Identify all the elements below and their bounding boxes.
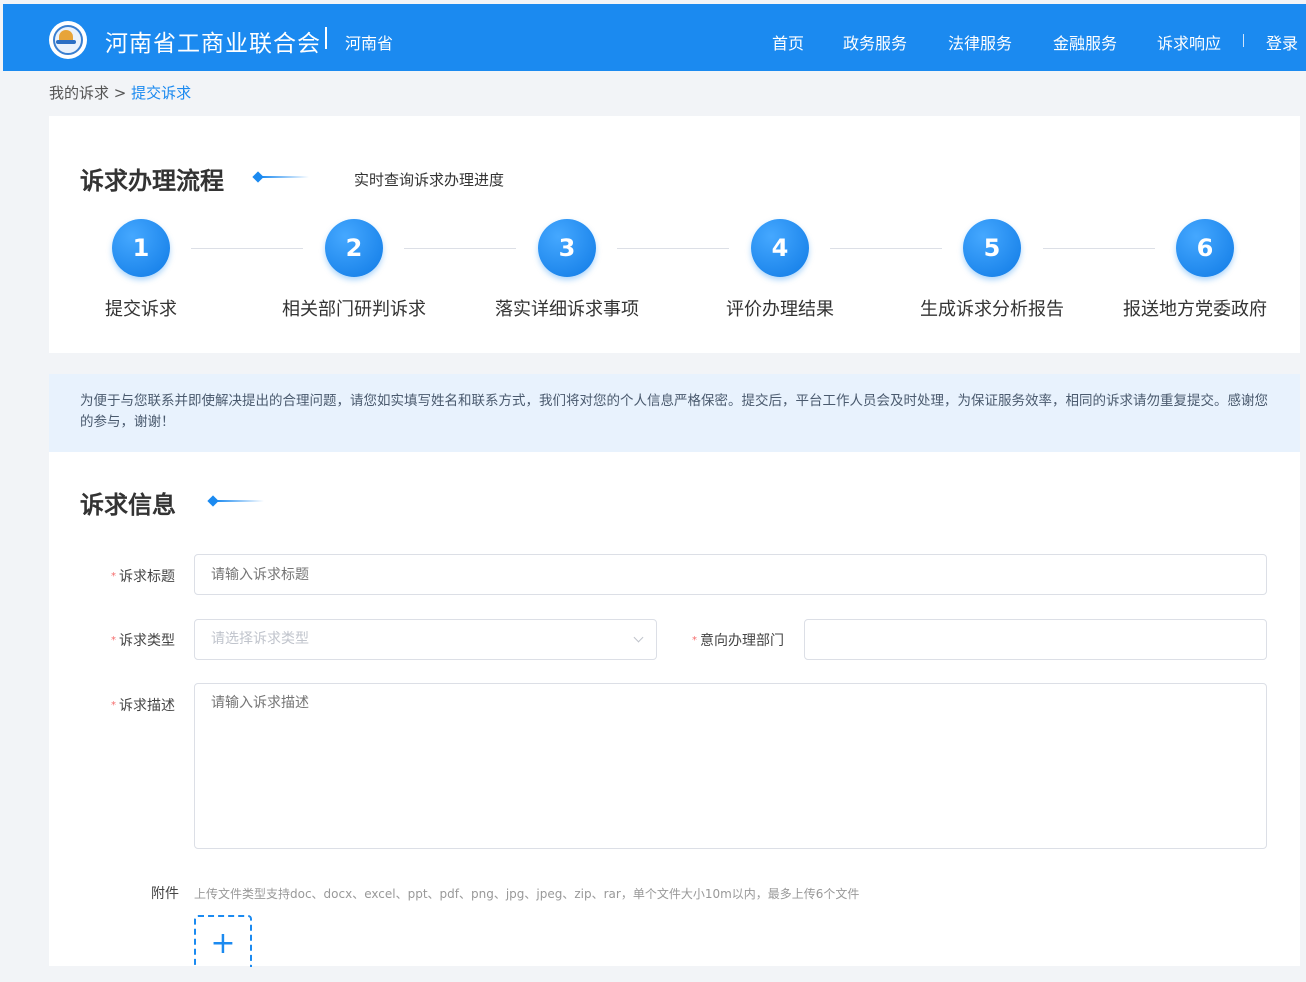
form-title: 诉求信息 [80, 490, 176, 519]
login-link[interactable]: 登录 [1266, 30, 1298, 54]
breadcrumb: 我的诉求 > 提交诉求 [49, 82, 191, 103]
step-6-label: 报送地方党委政府 [1123, 299, 1267, 320]
step-3-circle: 3 [538, 219, 596, 277]
title-divider [325, 27, 327, 49]
breadcrumb-current: 提交诉求 [131, 84, 192, 102]
step-4-label: 评价办理结果 [726, 299, 834, 320]
appeal-desc-textarea[interactable] [194, 683, 1267, 849]
nav-appeal-response[interactable]: 诉求响应 [1157, 30, 1221, 54]
appeal-type-label-text: 诉求类型 [119, 633, 175, 649]
privacy-notice-text: 为便于与您联系并即使解决提出的合理问题，请您如实填写姓名和联系方式，我们将对您的… [80, 393, 1268, 430]
step-1-circle: 1 [112, 219, 170, 277]
site-title[interactable]: 河南省工商业联合会 [105, 24, 321, 58]
attachment-label: 附件 [151, 886, 179, 902]
step-connector [830, 248, 942, 249]
step-1-label: 提交诉求 [105, 299, 177, 320]
emblem-sun [59, 30, 73, 40]
step-2-label: 相关部门研判诉求 [282, 299, 426, 320]
intended-dept-label: * 意向办理部门 [692, 630, 784, 650]
step-connector [1043, 248, 1155, 249]
intended-dept-label-text: 意向办理部门 [700, 633, 784, 649]
appeal-type-select[interactable]: 请选择诉求类型 [194, 619, 657, 660]
appeal-title-input[interactable] [194, 554, 1267, 595]
process-title: 诉求办理流程 [80, 166, 224, 195]
appeal-desc-label: * 诉求描述 [111, 695, 175, 715]
appeal-type-placeholder: 请选择诉求类型 [211, 631, 309, 647]
step-connector [404, 248, 516, 249]
appeal-title-label: * 诉求标题 [111, 566, 175, 586]
appeal-desc-label-text: 诉求描述 [119, 698, 175, 714]
step-6-circle: 6 [1176, 219, 1234, 277]
step-connector [617, 248, 729, 249]
privacy-notice: 为便于与您联系并即使解决提出的合理问题，请您如实填写姓名和联系方式，我们将对您的… [49, 374, 1300, 452]
upload-plus-icon[interactable]: + [194, 915, 252, 967]
required-mark: * [111, 700, 116, 711]
process-panel: 诉求办理流程 实时查询诉求办理进度 1 2 3 4 5 6 提交诉求 相关部门研… [49, 116, 1300, 353]
region-label: 河南省 [345, 34, 394, 53]
appeal-title-label-text: 诉求标题 [119, 569, 175, 585]
title-deco-line [261, 176, 309, 178]
required-mark: * [111, 635, 116, 646]
emblem-wave [56, 40, 76, 44]
nav-home[interactable]: 首页 [772, 30, 804, 54]
step-4-circle: 4 [751, 219, 809, 277]
process-subtitle: 实时查询诉求办理进度 [354, 171, 505, 189]
intended-dept-input[interactable] [804, 619, 1267, 660]
step-5-circle: 5 [963, 219, 1021, 277]
top-header: 河南省工商业联合会 河南省 首页 政务服务 法律服务 金融服务 诉求响应 登录 [3, 4, 1306, 71]
breadcrumb-separator: > [113, 84, 127, 102]
step-5-label: 生成诉求分析报告 [920, 299, 1064, 320]
step-2-circle: 2 [325, 219, 383, 277]
breadcrumb-my-appeals[interactable]: 我的诉求 [49, 84, 109, 102]
nav-legal-services[interactable]: 法律服务 [948, 30, 1012, 54]
nav-government-services[interactable]: 政务服务 [843, 30, 907, 54]
appeal-type-label: * 诉求类型 [111, 630, 175, 650]
chevron-down-icon [633, 632, 644, 643]
required-mark: * [111, 571, 116, 582]
step-3-label: 落实详细诉求事项 [495, 299, 639, 320]
federation-emblem-icon[interactable] [49, 21, 87, 59]
nav-divider [1243, 34, 1244, 47]
attachment-hint: 上传文件类型支持doc、docx、excel、ppt、pdf、png、jpg、j… [194, 887, 860, 901]
required-mark: * [692, 635, 697, 646]
step-connector [191, 248, 303, 249]
form-title-deco-line [216, 500, 264, 502]
nav-financial-services[interactable]: 金融服务 [1053, 30, 1117, 54]
